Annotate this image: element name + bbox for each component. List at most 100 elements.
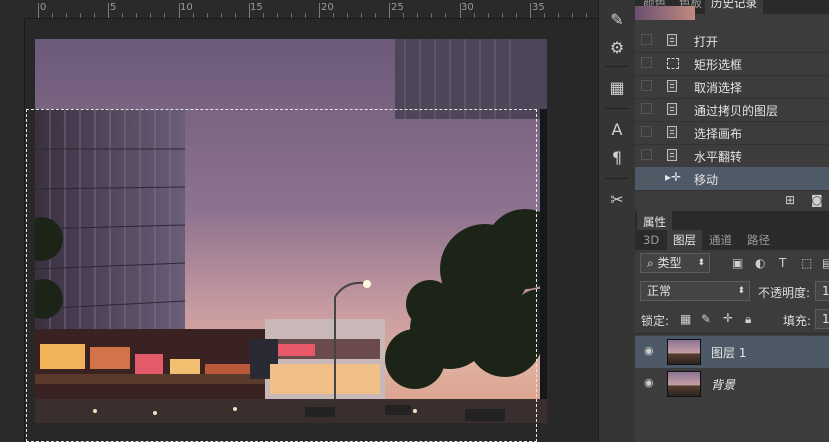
layer-name[interactable]: 背景 <box>711 376 735 393</box>
history-source-checkbox[interactable] <box>641 149 652 160</box>
ruler-label: 30 <box>461 2 474 13</box>
layer-filter-label: 类型 <box>657 256 682 270</box>
ruler-tick <box>445 13 447 18</box>
ruler-tick <box>164 13 166 18</box>
fill-input[interactable]: 10 <box>815 309 829 329</box>
spinner-icon: ⬍ <box>737 286 745 296</box>
pixel-filter-icon[interactable]: ▣ <box>732 256 743 270</box>
adjustments-icon[interactable]: ⚙ <box>603 36 631 60</box>
ruler-tick <box>52 13 54 18</box>
ruler-tick <box>431 13 433 18</box>
history-source-checkbox[interactable] <box>641 103 652 114</box>
ruler-tick <box>304 13 306 18</box>
document-icon <box>667 34 677 46</box>
tab-history[interactable]: 历史记录 <box>705 0 763 14</box>
layers-empty-area <box>635 401 829 442</box>
history-source-checkbox[interactable] <box>641 57 652 68</box>
history-item-label: 矩形选框 <box>694 58 743 72</box>
clone-source-icon[interactable]: ▦ <box>603 76 631 100</box>
divider <box>605 66 629 67</box>
history-item-label: 取消选择 <box>694 81 743 95</box>
ruler-tick <box>319 3 320 18</box>
history-source-checkbox[interactable] <box>641 80 652 91</box>
tab-3d[interactable]: 3D <box>637 230 665 250</box>
layer-row[interactable]: ◉ 图层 1 <box>635 336 829 368</box>
ruler-label: 10 <box>180 2 193 13</box>
fill-label: 填充: <box>783 314 812 328</box>
history-item-selected[interactable]: ▸✛ 移动 <box>635 167 829 191</box>
layer-row[interactable]: ◉ 背景 <box>635 368 829 400</box>
marquee-icon <box>667 58 679 69</box>
lock-brush-icon[interactable]: ✎ <box>701 312 711 326</box>
character-icon[interactable]: A <box>603 118 631 142</box>
ruler-tick <box>347 13 349 18</box>
lock-position-icon[interactable]: ✛ <box>723 311 733 325</box>
divider <box>635 333 829 334</box>
ruler-label: 5 <box>110 2 117 13</box>
ruler-tick <box>206 13 208 18</box>
history-snapshot-strip <box>635 6 829 30</box>
ruler-tick <box>136 13 138 18</box>
ruler-tick <box>403 13 405 18</box>
ruler-tick <box>585 13 587 18</box>
vertical-ruler <box>0 0 25 442</box>
move-icon: ▸✛ <box>665 170 682 184</box>
ruler-label: 20 <box>321 2 334 13</box>
ruler-tick <box>389 3 391 18</box>
history-source-checkbox[interactable] <box>641 172 652 183</box>
layer-name[interactable]: 图层 1 <box>711 344 746 361</box>
opacity-value: 10 <box>822 284 829 298</box>
tool-presets-icon[interactable]: ✂ <box>603 188 631 212</box>
history-item[interactable]: 打开 <box>635 29 829 53</box>
smart-object-filter-icon[interactable]: ▤ <box>822 256 829 270</box>
history-source-checkbox[interactable] <box>641 34 652 45</box>
history-item[interactable]: 选择画布 <box>635 121 829 145</box>
adjustment-filter-icon[interactable]: ◐ <box>755 256 765 270</box>
ruler-tick <box>38 3 39 18</box>
lock-transparent-icon[interactable]: ▦ <box>680 312 691 326</box>
tab-paths[interactable]: 路径 <box>741 230 776 250</box>
document-icon <box>667 103 677 115</box>
history-source-checkbox[interactable] <box>641 126 652 137</box>
history-item-label: 移动 <box>694 173 719 187</box>
paragraph-icon[interactable]: ¶ <box>603 146 631 170</box>
history-item-label: 水平翻转 <box>694 150 743 164</box>
ruler-tick <box>473 13 475 18</box>
history-item[interactable]: 矩形选框 <box>635 52 829 76</box>
ruler-tick <box>276 13 278 18</box>
ruler-tick <box>248 3 250 18</box>
opacity-input[interactable]: 10 <box>815 281 829 301</box>
ruler-tick <box>543 13 545 18</box>
ruler-tick <box>529 3 531 18</box>
city-night-scene <box>35 39 547 423</box>
new-document-icon[interactable]: ⊞ <box>785 193 795 207</box>
document-image[interactable] <box>35 39 547 423</box>
blend-mode-select[interactable]: 正常 ⬍ <box>640 281 750 301</box>
snapshot-thumbnail[interactable] <box>635 6 695 20</box>
ruler-tick <box>80 13 82 18</box>
history-item[interactable]: 通过拷贝的图层 <box>635 98 829 122</box>
shape-filter-icon[interactable]: ⬚ <box>801 256 812 270</box>
opacity-label: 不透明度: <box>758 286 811 300</box>
document-icon <box>667 149 677 161</box>
layer-filter-select[interactable]: ⌕ 类型 ⬍ <box>640 253 710 273</box>
ruler-tick <box>220 13 222 18</box>
tab-layers[interactable]: 图层 <box>667 230 702 250</box>
tab-channels[interactable]: 通道 <box>703 230 738 250</box>
ruler-tick <box>571 13 573 18</box>
history-item[interactable]: 取消选择 <box>635 75 829 99</box>
visibility-eye-icon[interactable]: ◉ <box>644 377 658 388</box>
ruler-tick <box>122 13 124 18</box>
type-filter-icon[interactable]: T <box>779 256 786 270</box>
visibility-eye-icon[interactable]: ◉ <box>644 345 658 356</box>
ruler-label: 35 <box>532 2 545 13</box>
camera-icon[interactable]: ◙ <box>811 193 823 207</box>
ruler-label: 25 <box>391 2 404 13</box>
brush-presets-icon[interactable]: ✎ <box>603 8 631 32</box>
ruler-tick <box>375 13 377 18</box>
ruler-tick <box>361 13 363 18</box>
document-icon <box>667 80 677 92</box>
history-item[interactable]: 水平翻转 <box>635 144 829 168</box>
ruler-tick <box>150 13 152 18</box>
lock-all-icon[interactable]: 🔒︎ <box>745 312 751 327</box>
